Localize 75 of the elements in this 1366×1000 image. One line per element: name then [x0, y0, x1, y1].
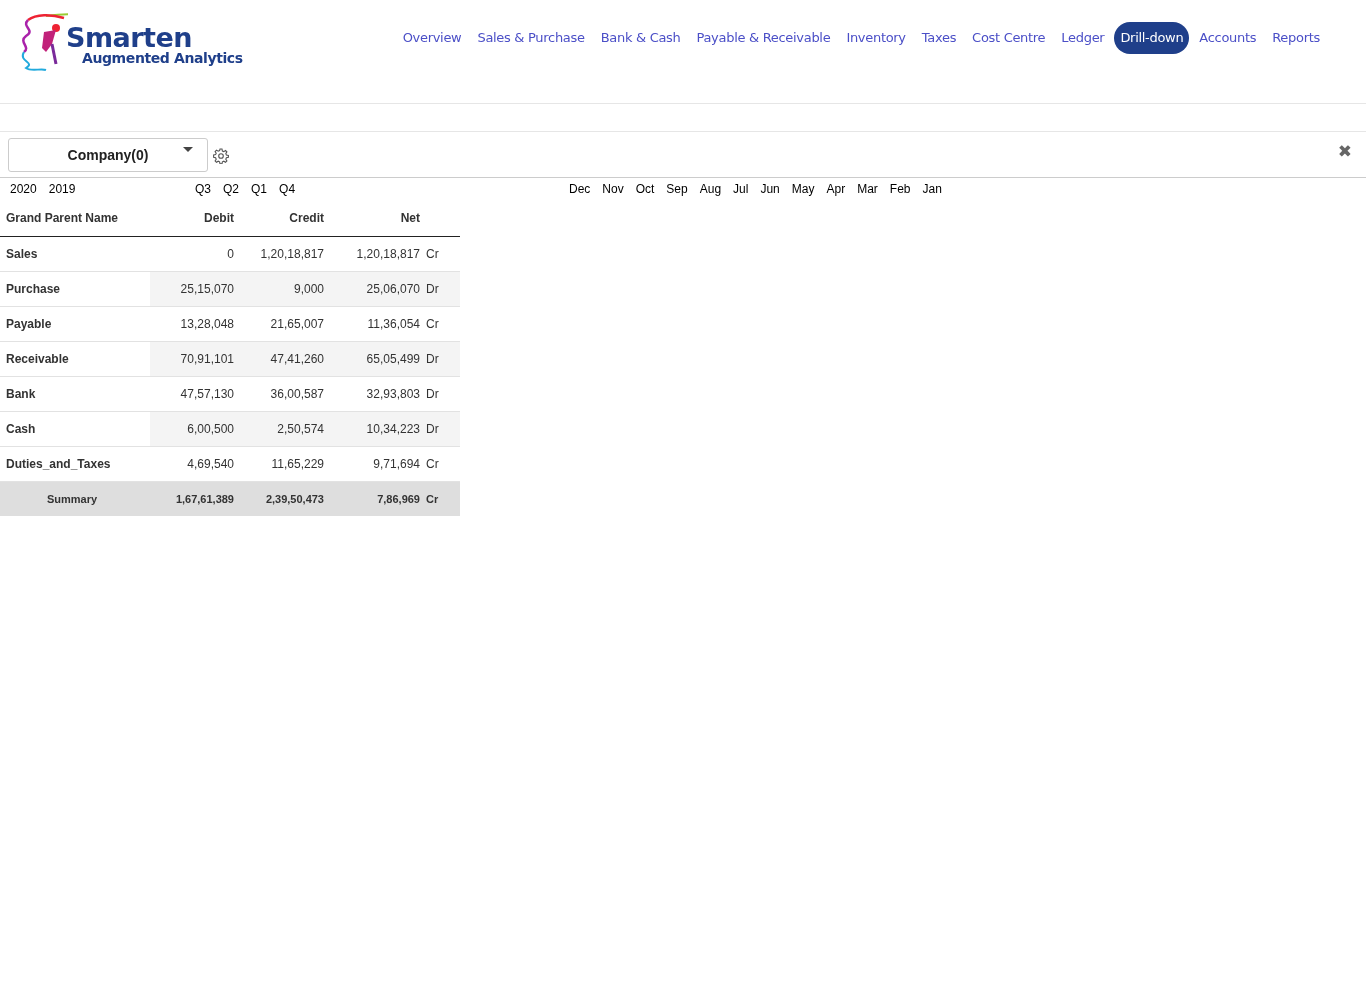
- month-filter[interactable]: Dec: [569, 182, 591, 196]
- table-cell: 4,69,540: [150, 446, 240, 481]
- table-cell: 13,28,048: [150, 306, 240, 341]
- table-cell: 47,57,130: [150, 376, 240, 411]
- table-cell: 21,65,007: [240, 306, 330, 341]
- table-cell: 65,05,499: [330, 341, 420, 376]
- table-cell: Dr: [420, 271, 460, 306]
- nav-tab[interactable]: Accounts: [1193, 22, 1263, 54]
- table-cell: 25,06,070: [330, 271, 420, 306]
- table-cell: 2,39,50,473: [240, 481, 330, 516]
- table-cell: 36,00,587: [240, 376, 330, 411]
- year-filter[interactable]: 2020: [10, 182, 37, 196]
- table-cell: Cr: [420, 481, 460, 516]
- table-cell: 1,20,18,817: [240, 236, 330, 271]
- year-filter[interactable]: 2019: [48, 182, 76, 196]
- nav-tab[interactable]: Payable & Receivable: [690, 22, 837, 54]
- month-filter[interactable]: Jul: [733, 182, 749, 196]
- table-cell: 11,36,054: [330, 306, 420, 341]
- table-cell: Duties_and_Taxes: [0, 446, 150, 481]
- table-cell: 0: [150, 236, 240, 271]
- logo-subtitle: Augmented Analytics: [82, 51, 243, 67]
- close-button[interactable]: ✖: [1331, 143, 1358, 160]
- table-cell: 11,65,229: [240, 446, 330, 481]
- month-filter[interactable]: May: [791, 182, 815, 196]
- table-cell: 6,00,500: [150, 411, 240, 446]
- month-filter[interactable]: Mar: [857, 182, 878, 196]
- month-filter[interactable]: Aug: [699, 182, 722, 196]
- table-cell: Cr: [420, 236, 460, 271]
- table-cell: Sales: [0, 236, 150, 271]
- quarter-filter[interactable]: Q3: [195, 182, 211, 196]
- table-cell: 2,50,574: [240, 411, 330, 446]
- table-cell: 32,93,803: [330, 376, 420, 411]
- table-cell: 9,000: [240, 271, 330, 306]
- nav-tab[interactable]: Sales & Purchase: [471, 22, 591, 54]
- column-header: Debit: [150, 200, 240, 236]
- quarter-filter[interactable]: Q4: [279, 182, 296, 196]
- table-cell: 9,71,694: [330, 446, 420, 481]
- nav-tab[interactable]: Ledger: [1055, 22, 1111, 54]
- column-header: Credit: [240, 200, 330, 236]
- nav-tab[interactable]: Drill-down: [1114, 22, 1190, 54]
- table-cell: Summary: [0, 481, 150, 516]
- nav-tab[interactable]: Reports: [1266, 22, 1326, 54]
- month-filter[interactable]: Nov: [602, 182, 624, 196]
- nav-tab[interactable]: Cost Centre: [966, 22, 1052, 54]
- month-filter[interactable]: Apr: [826, 182, 846, 196]
- table-cell: Payable: [0, 306, 150, 341]
- month-filter[interactable]: Jan: [922, 182, 942, 196]
- month-filter[interactable]: Jun: [760, 182, 780, 196]
- month-filter[interactable]: Oct: [635, 182, 655, 196]
- column-header: Grand Parent Name: [0, 200, 150, 236]
- nav-tab[interactable]: Bank & Cash: [594, 22, 687, 54]
- nav-tab[interactable]: Inventory: [840, 22, 912, 54]
- table-cell: Cr: [420, 446, 460, 481]
- table-cell: Dr: [420, 411, 460, 446]
- table-cell: 1,20,18,817: [330, 236, 420, 271]
- table-cell: Bank: [0, 376, 150, 411]
- settings-icon[interactable]: [213, 148, 229, 164]
- logo-title: Smarten: [66, 24, 193, 51]
- table-cell: 47,41,260: [240, 341, 330, 376]
- month-filter[interactable]: Sep: [666, 182, 688, 196]
- table-cell: 10,34,223: [330, 411, 420, 446]
- nav-tab[interactable]: Overview: [396, 22, 468, 54]
- table-cell: Cr: [420, 306, 460, 341]
- table-cell: 25,15,070: [150, 271, 240, 306]
- table-cell: 7,86,969: [330, 481, 420, 516]
- company-dropdown[interactable]: Company(0): [8, 138, 208, 172]
- table-cell: Dr: [420, 341, 460, 376]
- nav-tab[interactable]: Taxes: [915, 22, 963, 54]
- quarter-filter[interactable]: Q2: [223, 182, 240, 196]
- table-cell: 1,67,61,389: [150, 481, 240, 516]
- quarter-filter[interactable]: Q1: [251, 182, 268, 196]
- table-cell: Dr: [420, 376, 460, 411]
- table-cell: 70,91,101: [150, 341, 240, 376]
- month-filter[interactable]: Feb: [889, 182, 911, 196]
- column-header: Net: [330, 200, 420, 236]
